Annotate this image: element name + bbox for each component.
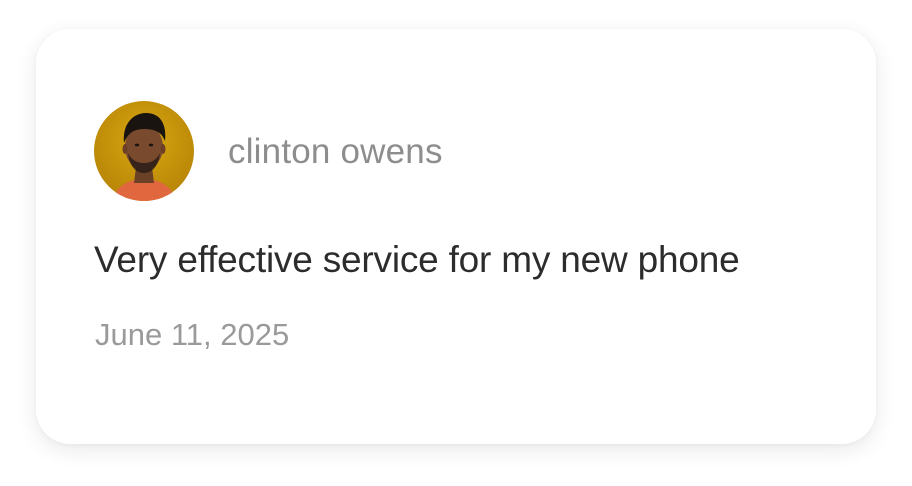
page: clinton owens Very effective service for…: [0, 0, 912, 486]
review-text: Very effective service for my new phone: [94, 239, 740, 280]
author-name: clinton owens: [228, 131, 443, 171]
review-date: June 11, 2025: [95, 317, 290, 352]
review-author: clinton owens: [94, 101, 443, 201]
avatar: [94, 101, 194, 201]
review-card: clinton owens Very effective service for…: [36, 29, 876, 444]
